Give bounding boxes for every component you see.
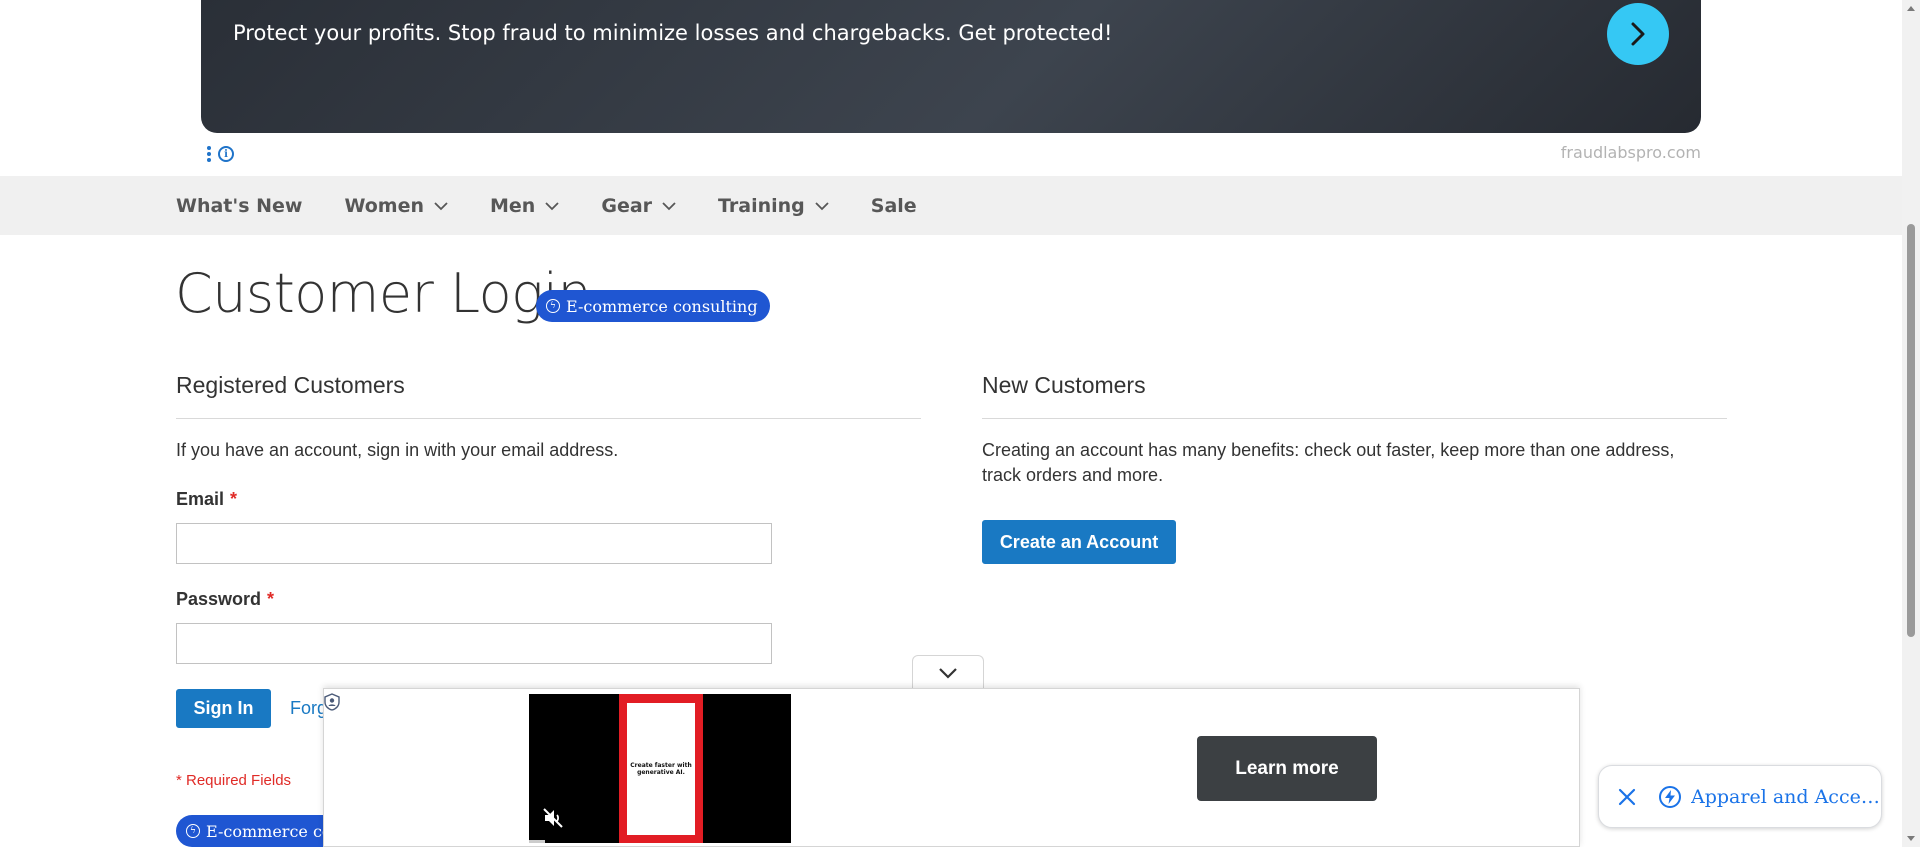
ad-banner-text: Protect your profits. Stop fraud to mini… <box>233 21 1113 45</box>
new-customers-text: Creating an account has many benefits: c… <box>982 440 1675 485</box>
video-phone-frame: Create faster with generative AI. <box>619 694 703 843</box>
create-account-button[interactable]: Create an Account <box>982 520 1176 564</box>
required-marker: * <box>267 589 275 609</box>
required-marker: * <box>230 489 238 509</box>
collapse-ad-button[interactable] <box>912 655 984 690</box>
suggestion-chip[interactable]: Apparel and Acce… <box>1598 765 1882 828</box>
email-label: Email * <box>176 489 237 510</box>
sign-in-button[interactable]: Sign In <box>176 689 271 728</box>
fraud-ad-banner[interactable]: Protect your profits. Stop fraud to mini… <box>201 0 1701 133</box>
forgot-password-link[interactable]: Forg <box>290 698 327 719</box>
nav-item-men[interactable]: Men <box>490 195 559 217</box>
chevron-down-icon <box>434 201 448 210</box>
info-icon[interactable]: i <box>218 146 234 162</box>
ad-video[interactable]: Create faster with generative AI. <box>529 694 791 843</box>
bolt-icon: ϟ <box>186 824 200 838</box>
nav-item-label: Women <box>344 194 425 217</box>
scroll-up-arrow-icon[interactable] <box>1907 6 1915 11</box>
chevron-down-icon <box>815 201 829 210</box>
nav-item-sale[interactable]: Sale <box>871 195 917 217</box>
password-label: Password * <box>176 589 274 610</box>
password-label-text: Password <box>176 589 262 609</box>
pill-label: E-commerce co <box>206 821 332 841</box>
chevron-down-icon <box>662 201 676 210</box>
email-label-text: Email <box>176 489 225 509</box>
registered-customers-title: Registered Customers <box>176 372 405 398</box>
main-navigation: What's New Women Men Gear Training Sale <box>0 176 1902 235</box>
chip-label[interactable]: Apparel and Acce… <box>1691 786 1880 808</box>
ad-domain[interactable]: fraudlabspro.com <box>1561 143 1701 162</box>
bolt-icon: ϟ <box>546 299 560 313</box>
ecommerce-consulting-pill-bottom[interactable]: ϟ E-commerce co <box>176 815 344 847</box>
scrollbar-thumb[interactable] <box>1907 224 1915 637</box>
video-progress-bar[interactable] <box>529 840 545 843</box>
required-fields-note: * Required Fields <box>176 772 292 789</box>
ecommerce-consulting-pill[interactable]: ϟ E-commerce consulting <box>536 290 770 322</box>
nav-item-label: Men <box>490 194 536 217</box>
divider <box>176 418 921 419</box>
video-ad[interactable]: Create faster with generative AI. Learn … <box>323 688 1580 847</box>
chevron-down-icon <box>545 201 559 210</box>
kebab-menu-icon[interactable] <box>207 146 211 162</box>
divider <box>982 418 1727 419</box>
new-customers-title: New Customers <box>982 372 1146 398</box>
nav-item-women[interactable]: Women <box>344 195 448 217</box>
chevron-right-icon <box>1631 22 1645 46</box>
nav-item-label: Gear <box>601 194 653 217</box>
ad-next-button[interactable] <box>1607 3 1669 65</box>
chevron-down-icon <box>939 668 957 679</box>
nav-item-label: Training <box>718 194 805 217</box>
pill-label: E-commerce consulting <box>566 296 758 316</box>
ad-choices[interactable]: i <box>207 144 234 164</box>
email-field[interactable] <box>176 523 772 564</box>
nav-item-training[interactable]: Training <box>718 195 829 217</box>
nav-items: What's New Women Men Gear Training Sale <box>176 176 959 235</box>
nav-item-label: Sale <box>870 194 917 217</box>
muted-speaker-icon[interactable] <box>541 806 565 830</box>
bolt-icon <box>1659 785 1681 808</box>
page-title: Customer Login <box>175 262 592 325</box>
nav-item-gear[interactable]: Gear <box>601 195 676 217</box>
password-field[interactable] <box>176 623 772 664</box>
video-caption: Create faster with generative AI. <box>627 703 695 835</box>
learn-more-button[interactable]: Learn more <box>1197 736 1377 801</box>
scroll-down-arrow-icon[interactable] <box>1907 836 1915 841</box>
registered-intro: If you have an account, sign in with you… <box>176 440 619 460</box>
nav-item-label: What's New <box>176 194 303 217</box>
nav-item-whats-new[interactable]: What's New <box>176 195 302 217</box>
close-icon[interactable] <box>1617 787 1637 807</box>
page-scrollbar[interactable] <box>1902 0 1920 847</box>
shield-icon[interactable] <box>324 693 340 711</box>
